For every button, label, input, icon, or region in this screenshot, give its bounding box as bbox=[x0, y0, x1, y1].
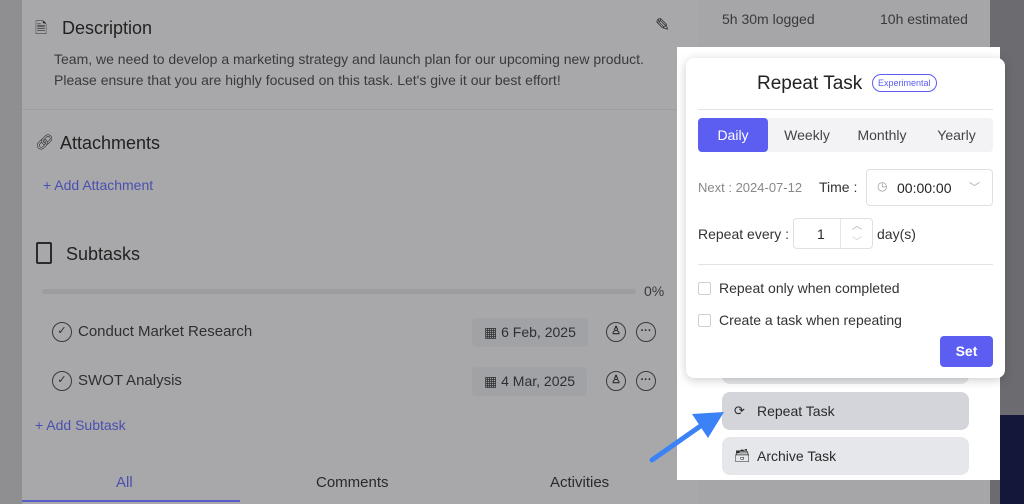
background-page-strip bbox=[0, 0, 22, 504]
tab-activities[interactable]: Activities bbox=[550, 474, 609, 491]
add-attachment-label: Add Attachment bbox=[54, 177, 154, 193]
repeat-every-label: Repeat every : bbox=[698, 226, 790, 242]
assign-user-icon[interactable]: ♙ bbox=[606, 371, 626, 391]
arrow-head bbox=[692, 412, 724, 438]
edit-icon[interactable]: ✎ bbox=[655, 15, 670, 36]
frequency-monthly[interactable]: Monthly bbox=[844, 118, 920, 152]
clock-icon: ◷ bbox=[877, 179, 888, 193]
arrow-shaft bbox=[649, 422, 705, 463]
repeat-only-completed-checkbox[interactable] bbox=[698, 282, 711, 295]
frequency-daily[interactable]: Daily bbox=[698, 118, 768, 152]
assign-user-icon[interactable]: ♙ bbox=[606, 322, 626, 342]
check-circle-icon[interactable]: ✓ bbox=[52, 371, 72, 391]
time-picker[interactable]: ◷ 00:00:00 ﹀ bbox=[866, 169, 993, 206]
logged-time: 5h 30m logged bbox=[722, 11, 815, 27]
repeat-only-completed-label[interactable]: Repeat only when completed bbox=[719, 280, 900, 296]
tab-all[interactable]: All bbox=[116, 474, 133, 491]
link-icon: 🔗︎ bbox=[35, 134, 55, 151]
repeat-unit: day(s) bbox=[877, 226, 916, 242]
create-task-checkbox[interactable] bbox=[698, 314, 711, 327]
time-value: 00:00:00 bbox=[897, 180, 952, 196]
frequency-weekly[interactable]: Weekly bbox=[770, 118, 844, 152]
subtask-progress-value: 0% bbox=[644, 283, 665, 299]
repeat-every-stepper[interactable]: 1 ︿ ﹀ bbox=[793, 218, 873, 249]
popover-title: Repeat Task bbox=[757, 73, 863, 94]
subtask-date-text: 4 Mar, 2025 bbox=[501, 373, 576, 389]
subtask-name[interactable]: SWOT Analysis bbox=[78, 372, 182, 389]
stepper-up-icon[interactable]: ︿ bbox=[852, 217, 862, 232]
subtask-date[interactable]: ▦ 6 Feb, 2025 bbox=[472, 318, 588, 347]
stepper-buttons: ︿ ﹀ bbox=[840, 219, 873, 248]
menu-item-archive-task[interactable]: 🗃︎ Archive Task bbox=[722, 437, 969, 475]
repeat-icon: ⟳ bbox=[734, 403, 745, 418]
tab-comments[interactable]: Comments bbox=[316, 474, 389, 491]
check-circle-icon[interactable]: ✓ bbox=[52, 322, 72, 342]
next-date: Next : 2024-07-12 bbox=[698, 180, 803, 195]
menu-label: Repeat Task bbox=[757, 403, 835, 419]
divider bbox=[22, 109, 698, 110]
arrow-annotation bbox=[649, 412, 724, 463]
frequency-yearly[interactable]: Yearly bbox=[920, 118, 993, 152]
menu-item-repeat-task[interactable]: ⟳ Repeat Task bbox=[722, 392, 969, 430]
divider bbox=[698, 109, 993, 110]
time-label: Time : bbox=[819, 179, 858, 195]
subtask-date-text: 6 Feb, 2025 bbox=[501, 324, 576, 340]
document-icon: 🗎 bbox=[35, 20, 48, 37]
add-attachment-button[interactable]: + Add Attachment bbox=[43, 177, 153, 193]
subtask-name[interactable]: Conduct Market Research bbox=[78, 323, 252, 340]
chevron-down-icon: ﹀ bbox=[969, 182, 980, 194]
tab-all-underline bbox=[22, 500, 240, 502]
more-icon[interactable]: ··· bbox=[636, 322, 656, 342]
more-icon[interactable]: ··· bbox=[636, 371, 656, 391]
description-title: Description bbox=[62, 18, 153, 38]
estimated-time: 10h estimated bbox=[880, 11, 968, 27]
divider bbox=[698, 264, 993, 265]
create-task-label[interactable]: Create a task when repeating bbox=[719, 312, 902, 328]
notebook-icon bbox=[36, 242, 52, 264]
menu-label: Archive Task bbox=[757, 448, 837, 464]
repeat-every-value[interactable]: 1 bbox=[817, 226, 825, 242]
add-subtask-button[interactable]: + Add Subtask bbox=[35, 417, 126, 433]
experimental-badge: Experimental bbox=[872, 74, 937, 92]
attachments-title: Attachments bbox=[60, 133, 161, 153]
add-subtask-label: Add Subtask bbox=[46, 417, 126, 433]
stepper-down-icon[interactable]: ﹀ bbox=[852, 233, 862, 248]
subtasks-title: Subtasks bbox=[66, 244, 141, 264]
repeat-task-popover: Repeat Task Experimental Daily Weekly Mo… bbox=[686, 58, 1005, 378]
archive-icon: 🗃︎ bbox=[734, 448, 751, 463]
subtask-progress-bar bbox=[42, 289, 636, 294]
description-text[interactable]: Team, we need to develop a marketing str… bbox=[54, 49, 654, 91]
set-button[interactable]: Set bbox=[940, 336, 993, 367]
background-page-right-dark bbox=[1000, 415, 1024, 504]
subtask-date[interactable]: ▦ 4 Mar, 2025 bbox=[472, 367, 588, 396]
